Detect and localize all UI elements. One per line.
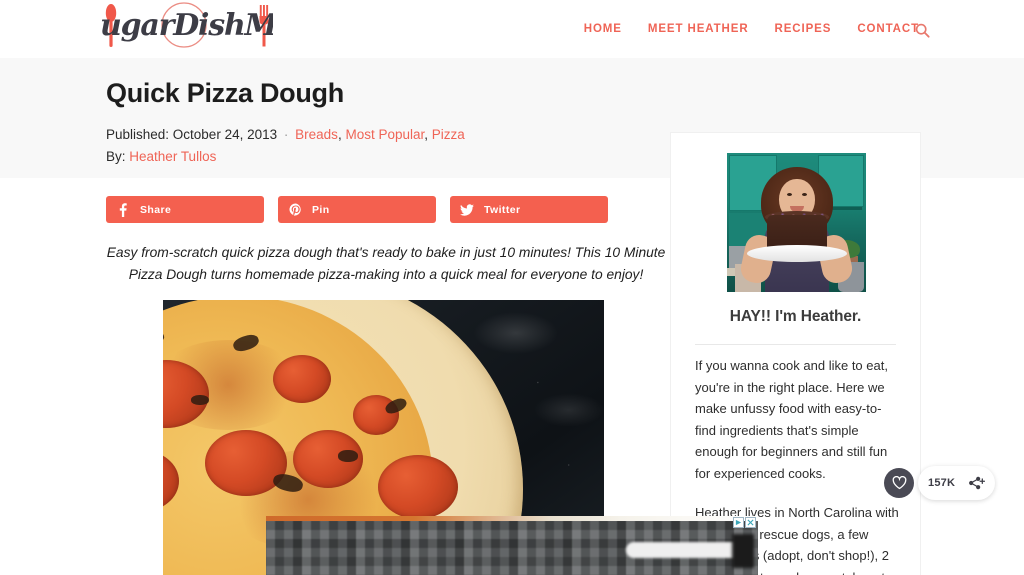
post-meta: Published: October 24, 2013 · Breads, Mo… <box>106 124 465 145</box>
about-author-sidebar: HAY!! I'm Heather. If you wanna cook and… <box>671 133 920 575</box>
facebook-share-label: Share <box>140 203 172 216</box>
meta-separator: · <box>283 127 289 142</box>
cake-plate <box>747 245 847 262</box>
main-navigation: HOME MEET HEATHER RECIPES CONTACT <box>571 22 932 36</box>
ad-top-strip <box>266 516 758 521</box>
ad-controls <box>733 517 756 528</box>
share-count-button[interactable]: 157K <box>918 466 996 500</box>
category-link-most-popular[interactable]: Most Popular <box>345 127 424 142</box>
char-spot <box>191 395 209 405</box>
close-icon[interactable] <box>745 517 756 528</box>
post-byline: By: Heather Tullos <box>106 146 216 167</box>
nav-item-recipes[interactable]: RECIPES <box>762 22 845 36</box>
twitter-icon <box>450 203 484 216</box>
site-logo[interactable]: SugarDishMe <box>101 0 273 59</box>
facebook-icon <box>106 202 140 217</box>
author-photo <box>727 153 866 292</box>
share-plus-icon[interactable] <box>961 468 992 498</box>
post-lede: Easy from-scratch quick pizza dough that… <box>106 245 666 282</box>
byline-label: By: <box>106 149 126 164</box>
sidebar-divider <box>695 344 896 345</box>
twitter-share-label: Twitter <box>484 203 521 216</box>
char-spot <box>338 450 358 462</box>
nav-item-home[interactable]: HOME <box>571 22 635 36</box>
sidebar-heading: HAY!! I'm Heather. <box>729 308 862 325</box>
category-link-pizza[interactable]: Pizza <box>432 127 465 142</box>
category-link-breads[interactable]: Breads <box>295 127 338 142</box>
heart-icon[interactable] <box>884 468 914 498</box>
nav-item-meet-heather[interactable]: MEET HEATHER <box>635 22 762 36</box>
search-icon[interactable] <box>912 20 932 40</box>
facebook-share-button[interactable]: Share <box>106 196 264 223</box>
page-root: SugarDishMe HOME MEET HEATHER RECIPES CO… <box>0 0 1024 575</box>
sugar-dish-me-logo-icon: SugarDishMe <box>101 2 273 48</box>
ad-blob-light <box>626 542 744 558</box>
page-title: Quick Pizza Dough <box>106 78 344 108</box>
pinterest-share-label: Pin <box>312 203 330 216</box>
social-share-row: Share Pin Twitter <box>106 196 608 223</box>
meta-comma-2: , <box>424 127 432 142</box>
advertisement-banner[interactable] <box>266 516 758 575</box>
pepperoni <box>205 430 287 496</box>
adchoices-triangle-icon[interactable] <box>733 517 744 528</box>
site-header: SugarDishMe HOME MEET HEATHER RECIPES CO… <box>0 0 1024 58</box>
pepperoni <box>273 355 331 403</box>
pinterest-share-button[interactable]: Pin <box>278 196 436 223</box>
svg-text:SugarDishMe: SugarDishMe <box>101 8 273 43</box>
share-count-label: 157K <box>928 477 956 489</box>
twitter-share-button[interactable]: Twitter <box>450 196 608 223</box>
author-link[interactable]: Heather Tullos <box>129 149 216 164</box>
publish-date: Published: October 24, 2013 <box>106 127 278 142</box>
floating-share-widget: 157K <box>884 466 996 500</box>
pepperoni <box>378 455 458 519</box>
pinterest-icon <box>278 203 312 216</box>
sidebar-bio-paragraph-1: If you wanna cook and like to eat, you'r… <box>695 358 888 481</box>
ad-blob-dark <box>732 534 754 568</box>
